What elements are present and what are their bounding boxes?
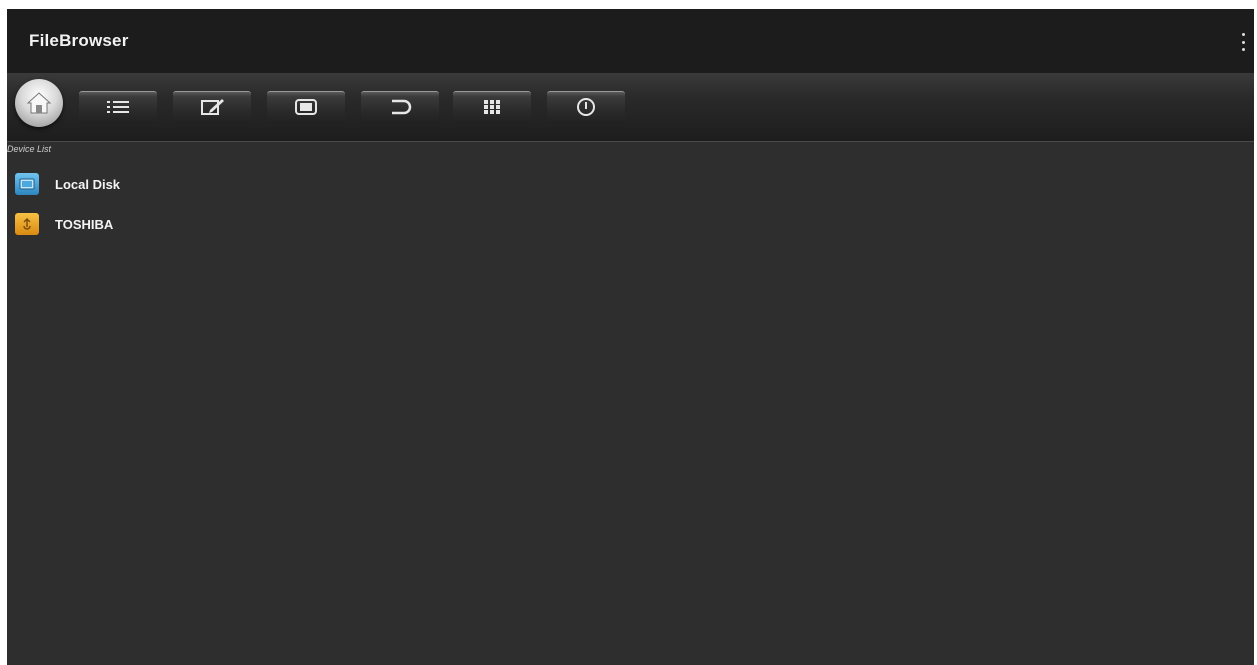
- back-button[interactable]: [361, 91, 439, 122]
- window-button[interactable]: [267, 91, 345, 122]
- list-icon: [107, 101, 129, 113]
- device-item-toshiba[interactable]: TOSHIBA: [15, 204, 415, 244]
- title-bar: FileBrowser: [7, 9, 1254, 73]
- app-title: FileBrowser: [29, 31, 129, 50]
- return-icon: [392, 99, 412, 115]
- power-icon: [577, 98, 595, 116]
- home-icon: [26, 92, 52, 114]
- grid-view-button[interactable]: [453, 91, 531, 122]
- overflow-menu-icon[interactable]: [1240, 33, 1246, 51]
- power-button[interactable]: [547, 91, 625, 122]
- device-list: Local Disk TOSHIBA: [15, 164, 415, 244]
- app-window: FileBrowser Device List Local Disk TOSHI…: [7, 9, 1254, 665]
- window-icon: [295, 99, 317, 115]
- grid-icon: [484, 100, 500, 114]
- device-label: Local Disk: [55, 176, 121, 192]
- list-view-button[interactable]: [79, 91, 157, 122]
- edit-icon: [201, 99, 224, 115]
- edit-button[interactable]: [173, 91, 251, 122]
- usb-drive-icon: [15, 213, 39, 235]
- device-item-local-disk[interactable]: Local Disk: [15, 164, 415, 204]
- home-button[interactable]: [15, 79, 63, 127]
- device-label: TOSHIBA: [55, 216, 114, 232]
- device-list-label: Device List: [7, 144, 52, 154]
- toolbar: [7, 73, 1254, 142]
- local-disk-icon: [15, 173, 39, 195]
